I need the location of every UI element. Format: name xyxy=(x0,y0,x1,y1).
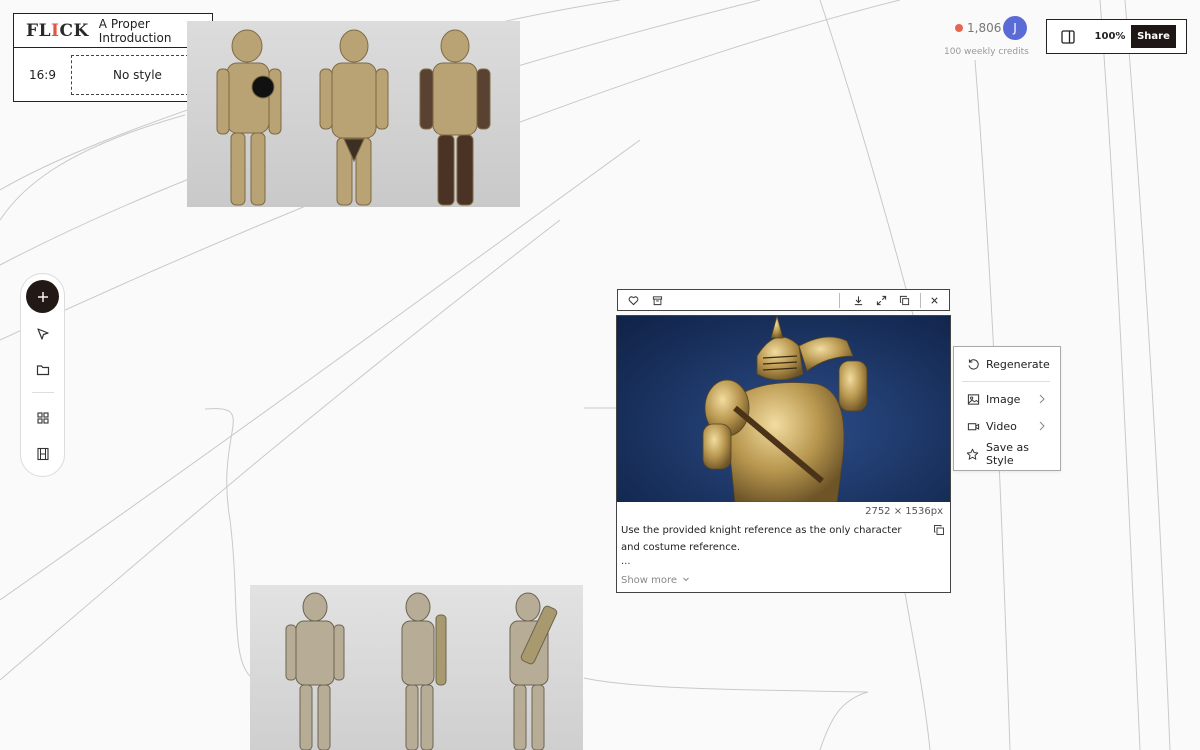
grid-icon xyxy=(37,412,49,424)
top-toolbar: 100% Share xyxy=(1046,19,1187,54)
aspect-ratio-selector[interactable]: 16:9 xyxy=(29,68,71,82)
archive-button[interactable] xyxy=(649,292,665,308)
style-selector[interactable]: No style xyxy=(71,55,204,95)
duplicate-icon xyxy=(899,295,909,305)
armor-figures-illustration xyxy=(216,29,491,206)
share-button[interactable]: Share xyxy=(1131,25,1176,48)
regenerate-icon xyxy=(966,357,980,371)
chevron-right-icon xyxy=(1039,421,1045,431)
avatar-initial: J xyxy=(1013,21,1017,35)
weekly-credits-note: 100 weekly credits xyxy=(944,47,1029,57)
folder-tool-button[interactable] xyxy=(33,360,53,380)
toolbar-divider xyxy=(32,392,54,393)
video-menu-item[interactable]: Video xyxy=(954,415,1060,437)
knight-illustration xyxy=(702,316,868,502)
pointer-icon xyxy=(37,328,49,340)
film-tool-button[interactable] xyxy=(33,444,53,464)
avatar[interactable]: J xyxy=(1003,16,1027,40)
style-label: No style xyxy=(113,68,162,82)
panel-toggle-button[interactable] xyxy=(1047,20,1089,53)
toolbar-divider xyxy=(920,293,921,308)
armor-turnaround-image[interactable] xyxy=(250,585,583,750)
armor-turnaround-illustration xyxy=(285,592,558,750)
close-icon xyxy=(930,296,938,304)
project-card: FLICK A Proper Introduction 16:9 No styl… xyxy=(13,13,213,102)
toolbar-divider xyxy=(839,293,840,308)
left-toolbar xyxy=(20,273,65,477)
heart-icon xyxy=(628,295,638,305)
film-icon xyxy=(37,447,49,461)
show-more-label: Show more xyxy=(621,575,678,586)
show-more-button[interactable]: Show more xyxy=(621,575,690,586)
knight-image[interactable] xyxy=(617,316,950,502)
image-dimensions: 2752 × 1536px xyxy=(865,506,943,517)
video-label: Video xyxy=(986,419,1017,433)
app-logo[interactable]: FLICK xyxy=(26,21,89,41)
star-icon xyxy=(966,447,980,461)
credit-dot-icon xyxy=(955,24,963,32)
context-menu: Regenerate Image Video Save as Style xyxy=(953,346,1061,471)
chevron-right-icon xyxy=(1039,394,1045,404)
image-menu-item[interactable]: Image xyxy=(954,388,1060,410)
close-button[interactable] xyxy=(926,292,942,308)
chevron-down-icon xyxy=(683,577,690,582)
download-icon xyxy=(854,295,862,305)
download-button[interactable] xyxy=(850,292,866,308)
regenerate-menu-item[interactable]: Regenerate xyxy=(954,353,1060,375)
zoom-level[interactable]: 100% xyxy=(1089,31,1131,42)
expand-icon xyxy=(876,295,886,305)
folder-icon xyxy=(36,365,50,376)
save-as-style-label: Save as Style xyxy=(985,441,1029,467)
panel-icon xyxy=(1061,29,1075,44)
add-icon xyxy=(37,291,48,302)
duplicate-button[interactable] xyxy=(896,292,912,308)
select-tool-button[interactable] xyxy=(33,324,53,344)
save-as-style-menu-item[interactable]: Save as Style xyxy=(954,441,1060,467)
credit-count: 1,806 xyxy=(967,21,1002,35)
image-label: Image xyxy=(986,392,1021,406)
archive-icon xyxy=(652,295,662,305)
menu-divider xyxy=(962,381,1050,382)
image-icon xyxy=(966,392,980,406)
copy-icon[interactable] xyxy=(933,524,945,536)
project-header: FLICK A Proper Introduction xyxy=(14,14,212,48)
video-icon xyxy=(966,419,980,433)
share-label: Share xyxy=(1137,31,1170,42)
grid-tool-button[interactable] xyxy=(33,408,53,428)
selected-image-node[interactable]: 2752 × 1536px Use the provided knight re… xyxy=(616,315,951,593)
expand-button[interactable] xyxy=(873,292,889,308)
add-button[interactable] xyxy=(26,280,59,313)
prompt-text: Use the provided knight reference as the… xyxy=(621,525,902,553)
node-toolbar xyxy=(617,289,950,311)
regenerate-label: Regenerate xyxy=(986,357,1050,371)
prompt-ellipsis: ... xyxy=(621,556,631,567)
armor-reference-image[interactable] xyxy=(187,21,520,207)
favorite-button[interactable] xyxy=(625,292,641,308)
